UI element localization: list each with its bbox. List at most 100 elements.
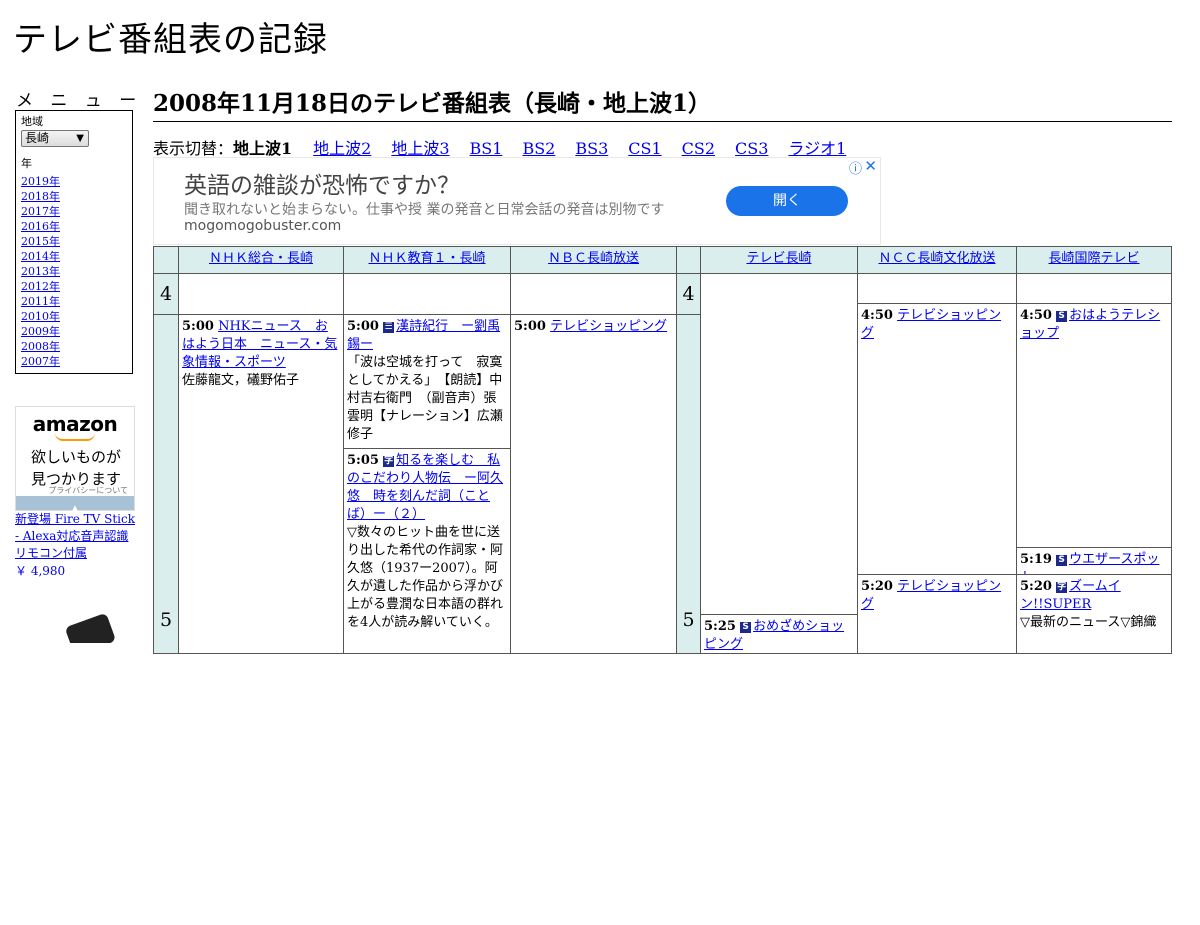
switch-link[interactable]: CS3 <box>735 139 768 158</box>
stereo-icon: S <box>1056 555 1068 566</box>
banner-ad[interactable]: 英語の雑談が恐怖ですか？ 聞き取れないと始まらない。仕事や授 業の発音と日常会話… <box>153 157 881 245</box>
menu-box: 地域 長崎 ▼ 年 2019年 2018年 2017年 2016年 2015年 2014年… <box>15 110 133 374</box>
year-link[interactable]: 2013年 <box>21 265 60 278</box>
schedule-grid: ＮＨＫ総合・長崎 ＮＨＫ教育１・長崎 ＮＢＣ長崎放送 テレビ長崎 ＮＣＣ長崎文化… <box>153 246 1172 654</box>
year-item: 2018年 <box>21 189 127 204</box>
year-item: 2015年 <box>21 234 127 249</box>
program-cell: 5:00 ☰ 漢詩紀行 ー劉禹錫ー 「波は空城を打って 寂寞としてかえる」 【朗読… <box>343 314 511 449</box>
year-item: 2012年 <box>21 279 127 294</box>
dropdown-arrow-icon: ▼ <box>76 133 84 144</box>
channel-link[interactable]: ＮＢＣ長崎放送 <box>548 251 639 266</box>
year-link[interactable]: 2010年 <box>21 310 60 323</box>
year-item: 2017年 <box>21 204 127 219</box>
channel-header[interactable]: 長崎国際テレビ <box>1016 246 1172 274</box>
program-cell: 5:00 テレビショッピング <box>510 314 677 654</box>
year-link[interactable]: 2008年 <box>21 340 60 353</box>
close-icon[interactable]: ✕ <box>864 157 877 175</box>
year-link[interactable]: 2014年 <box>21 250 60 263</box>
switch-link[interactable]: 地上波2 <box>313 139 371 158</box>
year-item: 2010年 <box>21 309 127 324</box>
program-time: 5:20 <box>861 579 893 594</box>
switch-link[interactable]: BS2 <box>522 139 555 158</box>
year-item: 2011年 <box>21 294 127 309</box>
switch-current: 地上波1 <box>233 139 293 158</box>
ad-headline[interactable]: 英語の雑談が恐怖ですか？ <box>184 166 460 200</box>
view-switch: 表示切替：地上波1 地上波2 地上波3 BS1 BS2 BS3 CS1 CS2 CS3 ラジオ1 <box>153 135 866 159</box>
year-item: 2019年 <box>21 174 127 189</box>
page-title: 2008年11月18日のテレビ番組表（長崎・地上波1） <box>153 84 1172 122</box>
program-title-link[interactable]: テレビショッピング <box>550 319 667 334</box>
empty-slot <box>1016 273 1172 304</box>
year-link[interactable]: 2012年 <box>21 280 60 293</box>
switch-link[interactable]: CS1 <box>628 139 661 158</box>
switch-link[interactable]: BS1 <box>470 139 503 158</box>
program-time: 5:20 <box>1020 579 1052 594</box>
product-link[interactable]: 新登場 Fire TV Stick - Alexa対応音声認識リモコン付属 <box>15 511 135 562</box>
ad-open-button[interactable]: 開く <box>726 186 848 216</box>
hour-cell: 5 <box>676 314 701 654</box>
region-label: 地域 <box>21 115 43 128</box>
region-select[interactable]: 長崎 ▼ <box>21 130 89 147</box>
hour-cell: 4 <box>676 273 701 315</box>
channel-link[interactable]: ＮＨＫ総合・長崎 <box>209 251 313 266</box>
empty-slot <box>857 273 1017 304</box>
year-link[interactable]: 2016年 <box>21 220 60 233</box>
amazon-privacy[interactable]: プライバシーについて <box>48 485 128 496</box>
year-link[interactable]: 2007年 <box>21 355 60 368</box>
channel-header[interactable]: ＮＨＫ教育１・長崎 <box>343 246 511 274</box>
amazon-ad[interactable]: amazon 欲しいものが見つかります プライバシーについて ▲ <box>15 406 135 514</box>
year-label: 年 <box>21 157 32 170</box>
switch-link[interactable]: CS2 <box>682 139 715 158</box>
program-cell: 5:05 字知るを楽しむ 私のこだわり人物伝 ー阿久悠 時を刻んだ詞（ことば）ー… <box>343 448 511 654</box>
channel-header[interactable]: ＮＣＣ長崎文化放送 <box>857 246 1017 274</box>
program-cell: 4:50 テレビショッピング <box>857 303 1017 575</box>
ad-description: 聞き取れないと始まらない。仕事や授 業の発音と日常会話の発音は別物です <box>184 202 665 218</box>
empty-slot <box>343 273 511 315</box>
program-time: 5:00 <box>514 319 546 334</box>
amazon-catch: 欲しいものが見つかります <box>30 448 121 488</box>
program-time: 5:19 <box>1020 552 1052 567</box>
menu-heading: メ ニ ュ ー <box>16 91 143 111</box>
year-link[interactable]: 2015年 <box>21 235 60 248</box>
program-cell: 4:50 S おはようテレショップ <box>1016 303 1172 548</box>
program-description: 「波は空城を打って 寂寞としてかえる」 【朗読】中村吉右衛門 （副音声）張 雲明… <box>347 355 510 442</box>
year-item: 2009年 <box>21 324 127 339</box>
switch-link[interactable]: 地上波3 <box>391 139 449 158</box>
channel-header[interactable]: ＮＨＫ総合・長崎 <box>178 246 344 274</box>
year-link[interactable]: 2017年 <box>21 205 60 218</box>
switch-link[interactable]: BS3 <box>575 139 608 158</box>
year-link[interactable]: 2011年 <box>21 295 60 308</box>
program-time: 4:50 <box>861 308 893 323</box>
switch-link[interactable]: ラジオ1 <box>788 139 846 158</box>
channel-header[interactable]: テレビ長崎 <box>700 246 858 274</box>
info-icon[interactable]: ⓘ <box>849 158 862 177</box>
text-broadcast-icon: ☰ <box>383 322 395 333</box>
product-price: ￥ 4,980 <box>15 564 66 578</box>
program-description: 佐藤龍文，礒野佑子 <box>182 373 300 388</box>
ad-domain: mogomogobuster.com <box>184 218 342 234</box>
year-link[interactable]: 2019年 <box>21 175 60 188</box>
program-time: 5:05 <box>347 453 379 468</box>
caption-icon: 字 <box>1056 582 1068 593</box>
hour-cell: 4 <box>153 273 179 315</box>
program-cell: 5:00 NHKニュース おはよう日本 ニュース・気象情報・スポーツ 佐藤龍文，… <box>178 314 344 654</box>
site-title: テレビ番組表の記録 <box>13 20 328 60</box>
channel-link[interactable]: テレビ長崎 <box>746 251 811 266</box>
empty-slot <box>510 273 677 315</box>
fire-tv-stick-image[interactable] <box>62 613 120 643</box>
channel-header[interactable]: ＮＢＣ長崎放送 <box>510 246 677 274</box>
year-list: 2019年 2018年 2017年 2016年 2015年 2014年 2013年 2012年… <box>21 174 127 369</box>
switch-label: 表示切替： <box>153 139 234 158</box>
year-link[interactable]: 2018年 <box>21 190 60 203</box>
year-item: 2014年 <box>21 249 127 264</box>
stereo-icon: S <box>1056 311 1068 322</box>
region-value: 長崎 <box>25 131 50 145</box>
year-link[interactable]: 2009年 <box>21 325 60 338</box>
hour-cell: 5 <box>153 314 179 654</box>
program-cell: 5:20 字ズームイン!!SUPER ▽最新のニュース▽錦織 <box>1016 574 1172 654</box>
channel-link[interactable]: ＮＣＣ長崎文化放送 <box>878 251 995 266</box>
program-cell: 5:19 Sウエザースポット <box>1016 547 1172 575</box>
program-time: 5:00 <box>347 319 379 334</box>
channel-link[interactable]: 長崎国際テレビ <box>1048 251 1139 266</box>
channel-link[interactable]: ＮＨＫ教育１・長崎 <box>368 251 485 266</box>
